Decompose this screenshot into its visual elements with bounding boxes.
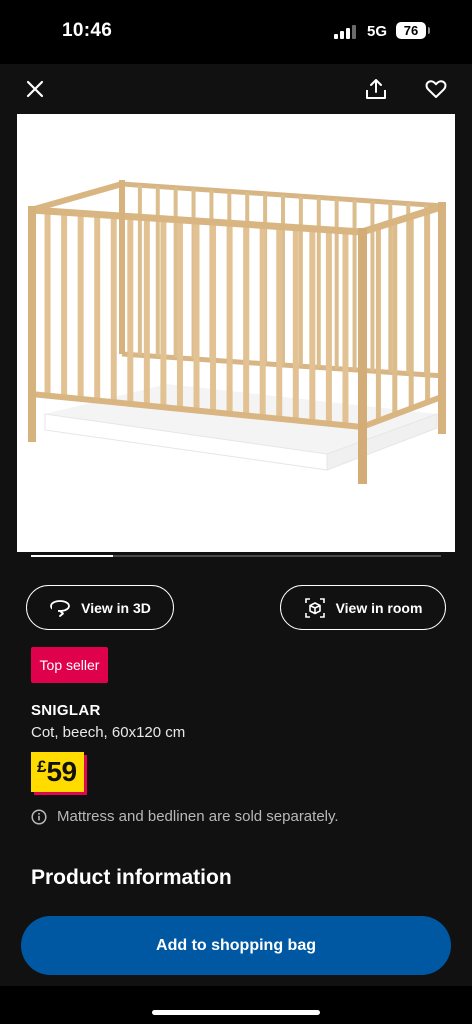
price-currency: £ — [37, 757, 47, 776]
status-bar: 10:46 5G 76 — [0, 0, 472, 64]
add-to-shopping-bag-button[interactable]: Add to shopping bag — [21, 916, 451, 975]
top-navigation — [0, 64, 472, 114]
availability-note: Mattress and bedlinen are sold separatel… — [31, 808, 339, 825]
view-in-room-label: View in room — [335, 599, 423, 616]
view-in-3d-button[interactable]: View in 3D — [26, 585, 174, 630]
view-in-room-button[interactable]: View in room — [280, 585, 446, 630]
image-carousel-indicator — [31, 555, 441, 557]
heart-icon[interactable] — [424, 77, 448, 101]
price-tag: £ 59 — [31, 752, 84, 792]
rotate-3d-icon — [50, 599, 71, 617]
battery-icon: 76 — [396, 22, 426, 39]
network-label: 5G — [367, 23, 388, 40]
view-in-3d-label: View in 3D — [81, 599, 151, 616]
product-image[interactable] — [17, 114, 455, 552]
top-seller-badge: Top seller — [31, 647, 108, 683]
product-information-heading[interactable]: Product information — [31, 866, 232, 890]
product-description: Cot, beech, 60x120 cm — [31, 724, 186, 741]
price-value: 59 — [46, 756, 77, 787]
battery-nub — [428, 27, 430, 34]
availability-note-text: Mattress and bedlinen are sold separatel… — [57, 808, 339, 825]
carousel-progress — [31, 555, 113, 557]
ar-cube-icon — [304, 597, 325, 618]
close-icon[interactable] — [23, 77, 47, 101]
status-time: 10:46 — [62, 20, 113, 41]
home-indicator-area — [0, 986, 472, 1024]
home-indicator[interactable] — [152, 1010, 320, 1015]
signal-icon — [334, 25, 356, 39]
info-icon — [31, 808, 47, 825]
product-page: View in 3D View in room Top seller SNIGL… — [0, 64, 472, 1024]
cot-illustration — [28, 180, 446, 484]
share-icon[interactable] — [364, 77, 388, 101]
product-name: SNIGLAR — [31, 702, 101, 719]
